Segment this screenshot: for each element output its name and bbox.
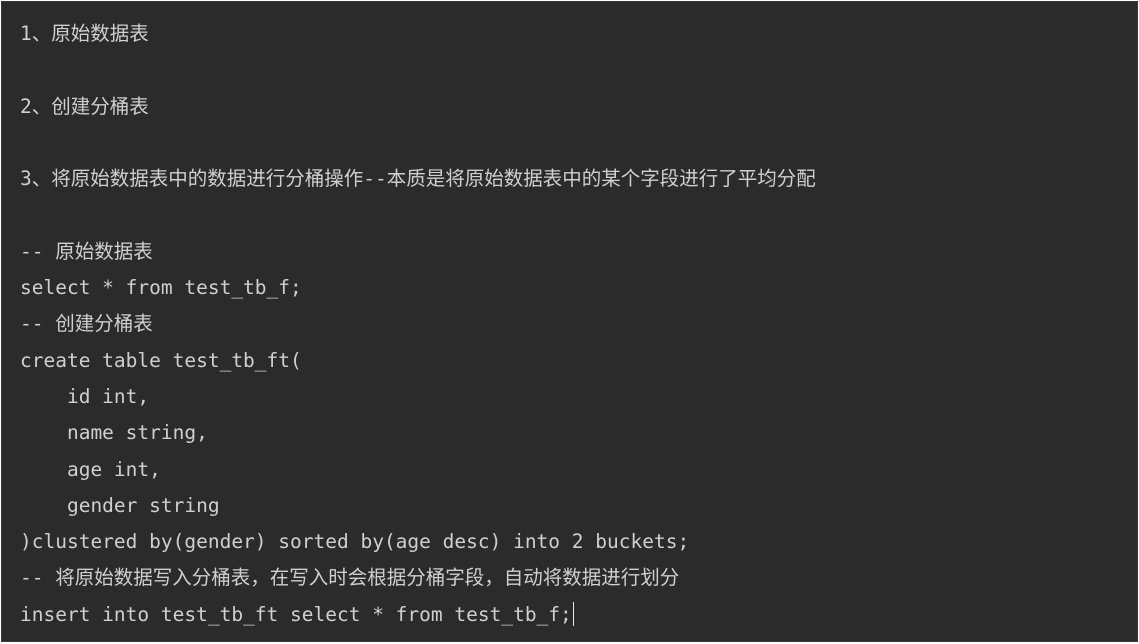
code-line-9: -- 创建分桶表 — [20, 312, 153, 336]
code-line-10: create table test_tb_ft( — [20, 348, 302, 372]
code-line-1: 1、原始数据表 — [20, 22, 149, 45]
text-cursor — [572, 601, 575, 626]
code-line-15: )clustered by(gender) sorted by(age desc… — [20, 530, 690, 554]
code-line-14: gender string — [20, 493, 220, 517]
screenshot-frame: 1、原始数据表 2、创建分桶表 3、将原始数据表中的数据进行分桶操作--本质是将… — [0, 0, 1139, 644]
code-line-7: -- 原始数据表 — [20, 239, 153, 263]
code-line-5: 3、将原始数据表中的数据进行分桶操作--本质是将原始数据表中的某个字段进行了平均… — [20, 167, 816, 191]
code-line-16: -- 将原始数据写入分桶表，在写入时会根据分桶字段，自动将数据进行划分 — [20, 566, 680, 590]
code-line-13: age int, — [20, 457, 161, 481]
code-line-11: id int, — [20, 384, 150, 408]
code-line-17: insert into test_tb_ft select * from tes… — [20, 597, 816, 633]
code-content: 1、原始数据表 2、创建分桶表 3、将原始数据表中的数据进行分桶操作--本质是将… — [20, 16, 816, 633]
code-line-8: select * from test_tb_f; — [20, 276, 302, 300]
code-line-12: name string, — [20, 421, 208, 445]
code-line-17-text: insert into test_tb_ft select * from tes… — [20, 602, 572, 626]
code-line-3: 2、创建分桶表 — [20, 94, 149, 118]
code-editor[interactable]: 1、原始数据表 2、创建分桶表 3、将原始数据表中的数据进行分桶操作--本质是将… — [1, 1, 1138, 642]
